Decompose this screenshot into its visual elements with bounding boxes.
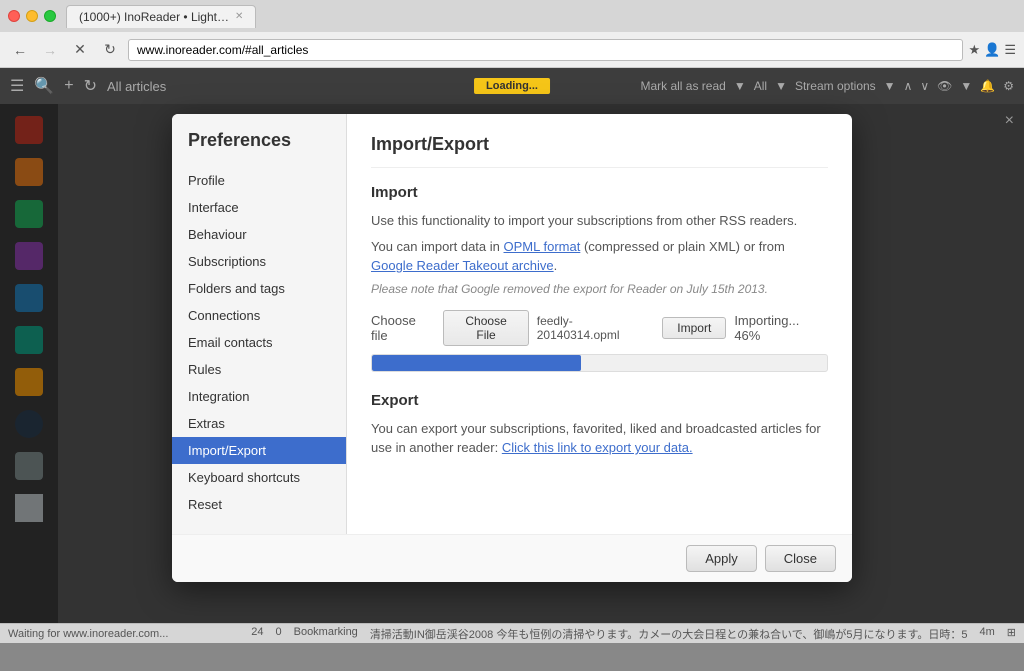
status-time: 4m [980,626,995,642]
all-articles-label: All articles [107,79,166,94]
minimize-window-btn[interactable] [26,10,38,22]
prefs-nav-keyboard-shortcuts[interactable]: Keyboard shortcuts [172,464,346,491]
close-button[interactable]: Close [765,545,836,572]
status-activity: Bookmarking [294,626,358,642]
import-row: Choose file Choose File feedly-20140314.… [371,310,828,346]
all-filter-label[interactable]: All [754,79,767,93]
all-filter-chevron-icon[interactable]: ▼ [775,79,787,93]
refresh-btn[interactable]: ↻ [98,38,122,62]
chevron-down-icon[interactable]: ▼ [734,79,746,93]
title-bar: (1000+) InoReader • Light… ✕ [0,0,1024,32]
notifications-icon[interactable]: 🔔 [980,79,995,93]
prefs-sidebar: Preferences Profile Interface Behaviour … [172,114,347,534]
hamburger-icon[interactable]: ☰ [10,76,24,96]
import-section-title: Import [371,184,828,201]
browser-nav-icons: ★ 👤 ☰ [969,42,1017,58]
filename-text: feedly-20140314.opml [537,314,655,342]
chevron-icon[interactable]: ▼ [960,79,972,93]
status-count2: 0 [275,626,281,642]
browser-tab[interactable]: (1000+) InoReader • Light… ✕ [66,5,256,28]
import-note: Please note that Google removed the expo… [371,282,828,296]
prefs-footer: Apply Close [172,534,852,582]
prefs-nav-subscriptions[interactable]: Subscriptions [172,248,346,275]
back-btn[interactable]: ← [8,38,32,62]
preferences-dialog: Preferences Profile Interface Behaviour … [172,114,852,582]
import-line2-prefix: You can import data in [371,239,504,254]
search-icon[interactable]: 🔍 [34,76,54,96]
status-right: 24 0 Bookmarking 清掃活動IN御岳渓谷2008 今年も恒例の清掃… [251,626,1016,642]
nav-bar: ← → ✕ ↻ ★ 👤 ☰ [0,32,1024,68]
menu-icon[interactable]: ☰ [1004,42,1016,58]
mark-all-read-btn[interactable]: Mark all as read [640,79,725,93]
loading-badge: Loading... [474,78,550,94]
export-section-title: Export [371,392,828,409]
prefs-title: Preferences [172,130,346,167]
status-icon: ⊞ [1007,626,1016,642]
opml-link[interactable]: OPML format [504,239,581,254]
add-icon[interactable]: + [64,77,73,95]
google-reader-link[interactable]: Google Reader Takeout archive [371,258,554,273]
prefs-nav-email-contacts[interactable]: Email contacts [172,329,346,356]
progress-bar-fill [372,355,581,371]
import-line1: Use this functionality to import your su… [371,211,828,231]
toolbar-right: Mark all as read ▼ All ▼ Stream options … [640,79,1014,93]
main-content: Preferences Profile Interface Behaviour … [0,104,1024,623]
app-toolbar: ☰ 🔍 + ↻ All articles Loading... Mark all… [0,68,1024,104]
tab-close-btn[interactable]: ✕ [235,11,243,22]
view-icon[interactable]: 👁 [937,79,952,93]
prefs-nav-interface[interactable]: Interface [172,194,346,221]
import-line2-middle: (compressed or plain XML) or from [580,239,784,254]
choose-file-label: Choose file [371,313,435,343]
prefs-nav-rules[interactable]: Rules [172,356,346,383]
forward-btn[interactable]: → [38,38,62,62]
status-japanese: 清掃活動IN御岳渓谷2008 今年も恒例の清掃やります。カメーの大会日程との兼ね… [370,626,968,642]
prefs-main: × Import/Export Import Use this function… [347,114,852,534]
export-line1: You can export your subscriptions, favor… [371,419,828,458]
export-link[interactable]: Click this link to export your data. [502,440,693,455]
prefs-nav-folders-tags[interactable]: Folders and tags [172,275,346,302]
status-waiting: Waiting for www.inoreader.com... [8,628,168,640]
prefs-nav-behaviour[interactable]: Behaviour [172,221,346,248]
prefs-nav-profile[interactable]: Profile [172,167,346,194]
toolbar-center: Loading... [474,78,550,94]
import-line2: You can import data in OPML format (comp… [371,237,828,276]
status-count1: 24 [251,626,263,642]
stream-options-chevron-icon[interactable]: ▼ [884,79,896,93]
import-line2-suffix: . [554,258,558,273]
close-page-btn[interactable]: ✕ [68,38,92,62]
stream-options-label[interactable]: Stream options [795,79,876,93]
apply-button[interactable]: Apply [686,545,757,572]
prev-icon[interactable]: ∧ [904,79,913,93]
prefs-nav-integration[interactable]: Integration [172,383,346,410]
import-btn[interactable]: Import [662,317,726,339]
prefs-nav-connections[interactable]: Connections [172,302,346,329]
choose-file-btn[interactable]: Choose File [443,310,528,346]
star-icon[interactable]: ★ [969,42,981,58]
settings-icon[interactable]: ⚙ [1003,79,1014,93]
status-bar: Waiting for www.inoreader.com... 24 0 Bo… [0,623,1024,643]
maximize-window-btn[interactable] [44,10,56,22]
prefs-body: Preferences Profile Interface Behaviour … [172,114,852,534]
refresh-icon[interactable]: ↻ [84,76,97,96]
importing-text: Importing... 46% [734,313,828,343]
prefs-nav-import-export[interactable]: Import/Export [172,437,346,464]
prefs-nav-reset[interactable]: Reset [172,491,346,518]
user-icon[interactable]: 👤 [984,42,1000,58]
prefs-page-title: Import/Export [371,134,828,168]
prefs-nav-extras[interactable]: Extras [172,410,346,437]
tab-label: (1000+) InoReader • Light… [79,10,229,24]
progress-bar-container [371,354,828,372]
close-window-btn[interactable] [8,10,20,22]
traffic-lights [8,10,56,22]
next-icon[interactable]: ∨ [920,79,929,93]
url-bar[interactable] [128,39,963,61]
modal-overlay: Preferences Profile Interface Behaviour … [0,104,1024,623]
